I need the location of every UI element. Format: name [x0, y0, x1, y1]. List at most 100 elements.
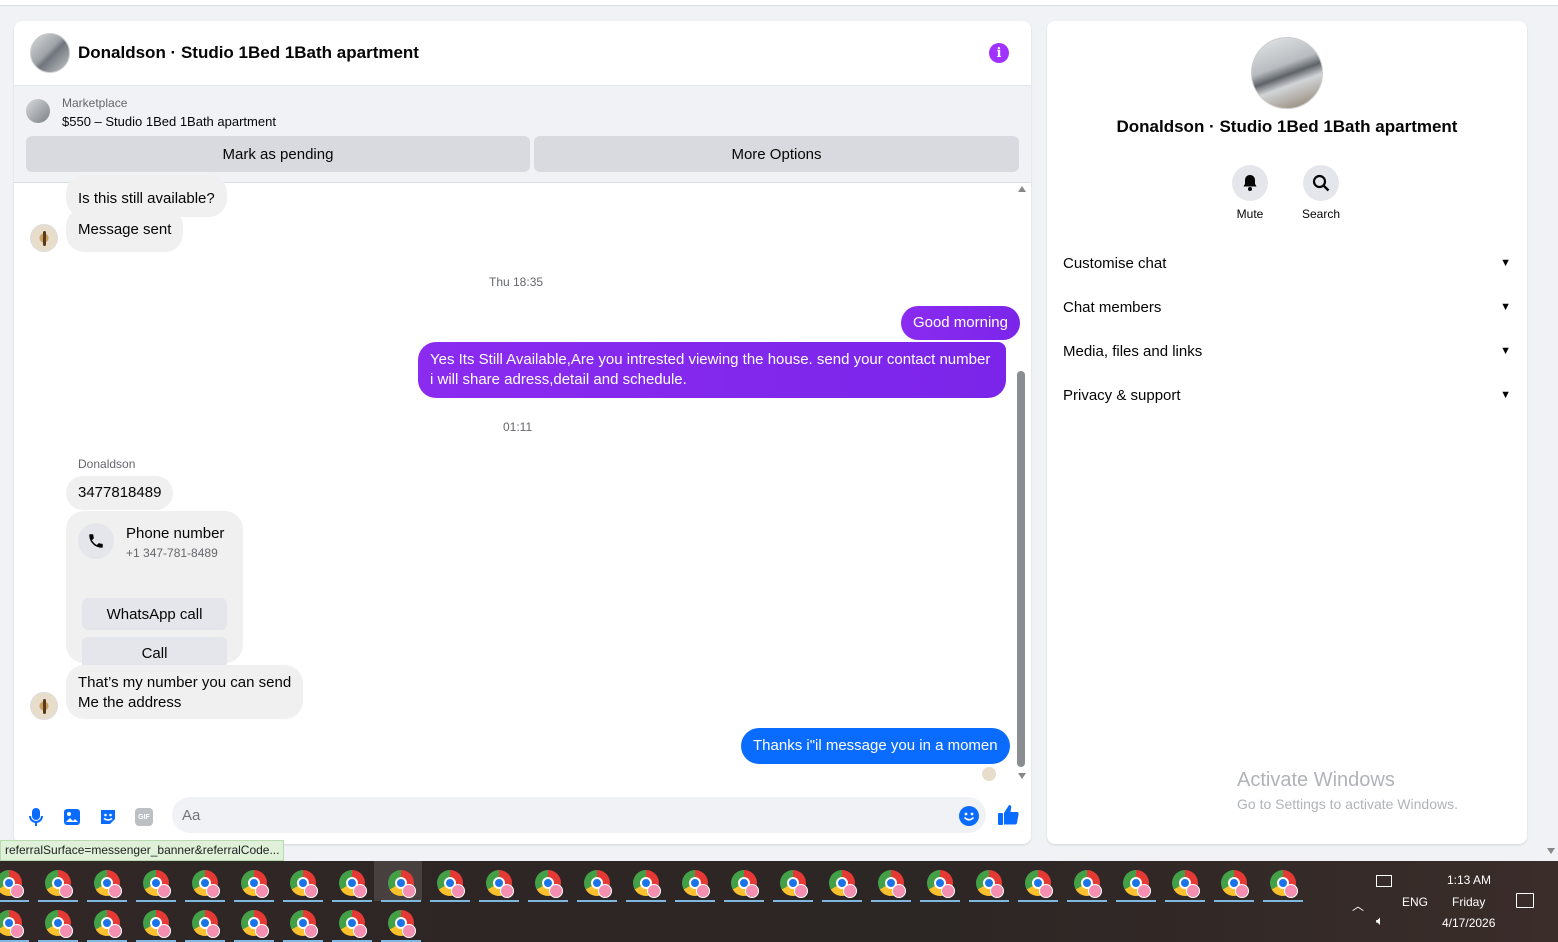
chrome-icon[interactable]: [1270, 870, 1298, 898]
marketplace-thumbnail[interactable]: [26, 99, 50, 123]
chrome-icon[interactable]: [192, 910, 220, 938]
chrome-icon[interactable]: [633, 870, 661, 898]
chrome-icon[interactable]: [45, 870, 73, 898]
chrome-icon[interactable]: [192, 870, 220, 898]
message-bubble[interactable]: That’s my number you can send Me the add…: [66, 665, 304, 719]
chrome-icon[interactable]: [1172, 870, 1200, 898]
taskbar-running-indicator: [430, 900, 470, 902]
clock-time[interactable]: 1:13 AM: [1447, 873, 1491, 887]
activate-windows-subtitle: Go to Settings to activate Windows.: [1237, 796, 1458, 812]
chrome-icon[interactable]: [682, 870, 710, 898]
accordion-chat-members[interactable]: Chat members ▼: [1063, 295, 1511, 319]
mark-as-pending-button[interactable]: Mark as pending: [26, 136, 530, 172]
chrome-icon[interactable]: [584, 870, 612, 898]
photo-icon[interactable]: [62, 807, 82, 827]
chrome-icon[interactable]: [143, 870, 171, 898]
mute-action[interactable]: Mute: [1215, 165, 1285, 221]
chrome-icon[interactable]: [731, 870, 759, 898]
listing-avatar[interactable]: [30, 33, 70, 73]
chrome-icon[interactable]: [486, 870, 514, 898]
status-bar-url: referralSurface=messenger_banner&referra…: [0, 840, 285, 861]
marketplace-listing[interactable]: $550 – Studio 1Bed 1Bath apartment: [62, 114, 276, 129]
chrome-icon[interactable]: [1025, 870, 1053, 898]
scroll-up-arrow-icon[interactable]: [1018, 186, 1026, 192]
accordion-media-files-links[interactable]: Media, files and links ▼: [1063, 339, 1511, 363]
microphone-icon[interactable]: [26, 807, 46, 827]
page-scroll-down-icon[interactable]: [1547, 848, 1555, 854]
chrome-icon[interactable]: [388, 910, 416, 938]
notifications-icon[interactable]: [1516, 893, 1534, 908]
volume-icon[interactable]: 🔈︎: [1376, 913, 1384, 929]
chrome-icon[interactable]: [976, 870, 1004, 898]
listing-avatar-large[interactable]: [1251, 37, 1323, 109]
thumbs-up-icon[interactable]: [996, 803, 1022, 827]
chrome-icon[interactable]: [241, 910, 269, 938]
bell-icon[interactable]: [1232, 165, 1268, 201]
chrome-icon[interactable]: [290, 870, 318, 898]
taskbar-running-indicator: [1165, 900, 1205, 902]
marketplace-label: Marketplace: [62, 96, 128, 110]
taskbar-running-indicator: [1214, 900, 1254, 902]
whatsapp-call-button[interactable]: WhatsApp call: [82, 598, 227, 630]
timestamp: Thu 18:35: [489, 275, 544, 289]
chrome-icon[interactable]: [1074, 870, 1102, 898]
search-action[interactable]: Search: [1286, 165, 1356, 221]
taskbar-running-indicator: [381, 900, 421, 902]
message-bubble-outgoing[interactable]: Thanks i"il message you in a momen: [741, 728, 1010, 764]
phone-card-title: Phone number: [126, 525, 225, 542]
chat-title[interactable]: Donaldson · Studio 1Bed 1Bath apartment: [78, 43, 419, 63]
taskbar-running-indicator: [577, 900, 617, 902]
chrome-icon[interactable]: [339, 910, 367, 938]
chrome-icon[interactable]: [94, 870, 122, 898]
message-bubble-outgoing[interactable]: Good morning: [900, 306, 1020, 340]
activate-windows-watermark: Activate Windows Go to Settings to activ…: [1237, 769, 1458, 812]
chrome-icon[interactable]: [780, 870, 808, 898]
chrome-icon[interactable]: [388, 870, 416, 898]
chevron-down-icon: ▼: [1500, 345, 1511, 357]
mute-label: Mute: [1236, 207, 1264, 221]
windows-taskbar: ︿ 🔈︎ ENG 1:13 AM Friday 4/17/2026: [0, 861, 1558, 942]
chrome-icon[interactable]: [339, 870, 367, 898]
chrome-icon[interactable]: [829, 870, 857, 898]
accordion-privacy-support[interactable]: Privacy & support ▼: [1063, 383, 1511, 407]
chrome-icon[interactable]: [927, 870, 955, 898]
search-icon[interactable]: [1303, 165, 1339, 201]
message-text: Good morning: [912, 314, 1008, 331]
tray-expand-icon[interactable]: ︿: [1352, 897, 1364, 914]
more-options-button[interactable]: More Options: [534, 136, 1019, 172]
info-icon[interactable]: i: [989, 43, 1009, 63]
chrome-icon[interactable]: [241, 870, 269, 898]
chrome-icon[interactable]: [1221, 870, 1249, 898]
message-input[interactable]: [172, 797, 986, 833]
chrome-icon[interactable]: [0, 910, 24, 938]
chrome-icon[interactable]: [45, 910, 73, 938]
chrome-icon[interactable]: [0, 870, 24, 898]
taskbar-running-indicator: [479, 900, 519, 902]
sticker-icon[interactable]: [98, 807, 118, 827]
emoji-icon[interactable]: [959, 806, 979, 826]
message-scrollbar[interactable]: [1015, 183, 1029, 783]
accordion-customise-chat[interactable]: Customise chat ▼: [1063, 251, 1511, 275]
chrome-icon[interactable]: [535, 870, 563, 898]
gif-icon[interactable]: GIF: [134, 807, 154, 827]
message-list[interactable]: Is this still available? Message sent Th…: [14, 175, 1020, 783]
language-indicator[interactable]: ENG: [1402, 895, 1428, 909]
clock-day[interactable]: Friday: [1452, 895, 1485, 909]
chrome-icon[interactable]: [290, 910, 318, 938]
clock-date[interactable]: 4/17/2026: [1442, 916, 1495, 930]
network-icon[interactable]: [1376, 875, 1392, 887]
scroll-down-arrow-icon[interactable]: [1018, 773, 1026, 779]
taskbar-running-indicator: [87, 900, 127, 902]
chevron-down-icon: ▼: [1500, 257, 1511, 269]
chrome-icon[interactable]: [437, 870, 465, 898]
message-bubble[interactable]: 3477818489: [66, 476, 174, 510]
scrollbar-thumb[interactable]: [1017, 371, 1025, 767]
chrome-icon[interactable]: [1123, 870, 1151, 898]
chrome-icon[interactable]: [143, 910, 171, 938]
sender-avatar[interactable]: [30, 224, 58, 252]
chrome-icon[interactable]: [878, 870, 906, 898]
message-bubble-outgoing[interactable]: Yes Its Still Available,Are you intreste…: [418, 342, 1006, 398]
sender-avatar[interactable]: [30, 692, 58, 720]
message-bubble[interactable]: Message sent: [66, 208, 184, 252]
chrome-icon[interactable]: [94, 910, 122, 938]
